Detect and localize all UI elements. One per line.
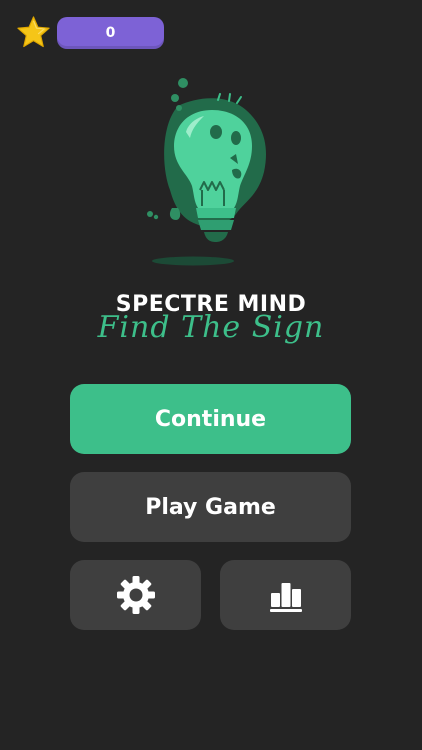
logo-bulb-base [196,208,236,218]
settings-button[interactable] [70,560,201,630]
logo-bulb-base [198,220,234,230]
play-game-button[interactable]: Play Game [70,472,351,542]
logo-drip [171,94,179,102]
logo-eye-left [210,125,222,139]
gear-icon [116,576,155,614]
star-count: 0 [105,25,116,41]
logo-drip [178,78,188,88]
logo-sparkle [228,93,231,102]
continue-button[interactable]: Continue [70,384,351,454]
play-game-button-label: Play Game [145,494,276,520]
leaderboard-button[interactable] [220,560,351,630]
logo-drip [147,211,153,217]
star-icon [17,16,50,48]
logo-drip [169,208,181,220]
lightbulb-skull-icon [147,78,266,266]
logo-drip [176,105,182,111]
top-bar: 0 [0,0,422,60]
logo-drip [153,214,159,220]
logo-eye-right [231,131,241,145]
leaderboard-icon [269,583,302,612]
game-subtitle: Find The Sign [97,310,325,345]
logo-sparkle [236,96,242,104]
logo-shadow [152,256,234,266]
logo-bulb-tip [204,232,228,242]
continue-button-label: Continue [154,406,267,432]
star-count-display: 0 [57,17,164,49]
